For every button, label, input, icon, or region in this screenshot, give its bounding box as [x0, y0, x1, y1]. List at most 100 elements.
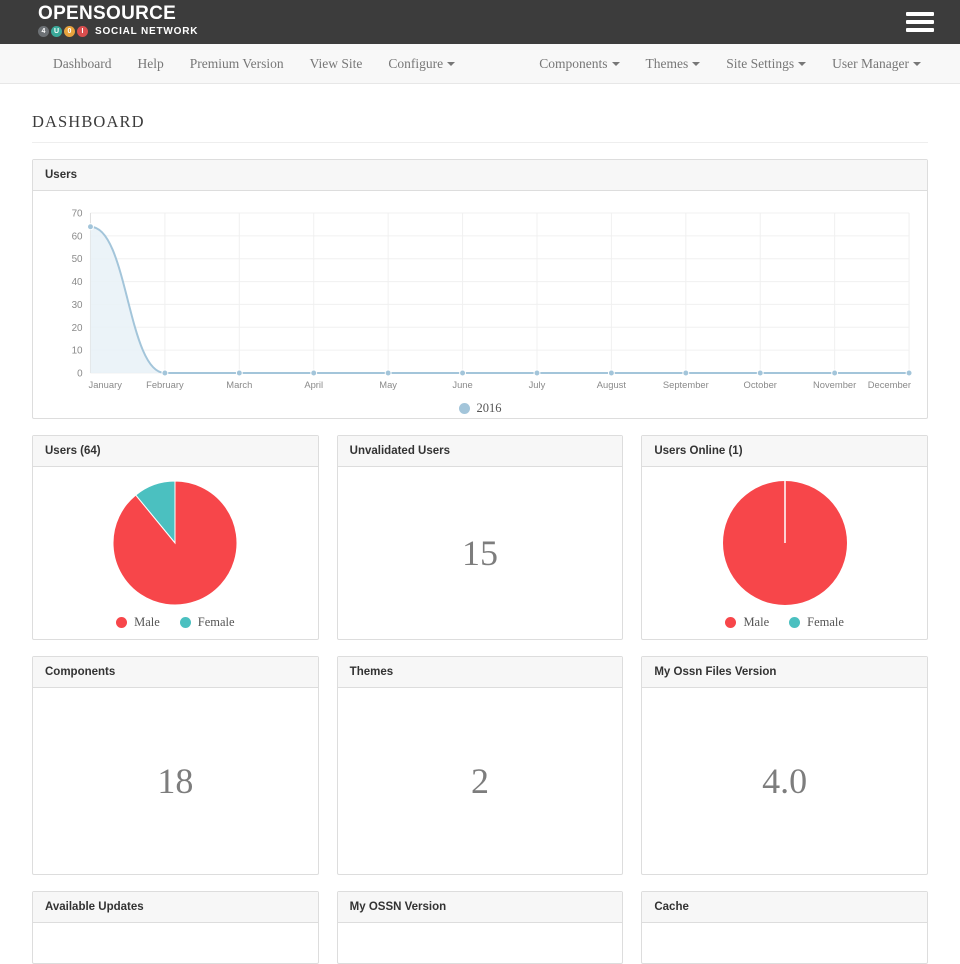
brand-tagline-row: 4 U 0 I SOCIAL NETWORK: [38, 26, 198, 37]
brand-name: OPENSOURCE: [38, 3, 177, 24]
page-header: DASHBOARD: [32, 112, 928, 143]
svg-text:July: July: [529, 380, 546, 391]
users-pie-legend: Male Female: [106, 615, 244, 630]
legend-label-male: Male: [743, 615, 770, 629]
nav-item-themes[interactable]: Themes: [633, 44, 714, 84]
panel-title-available-updates: Available Updates: [33, 892, 318, 923]
panel-title-users-chart: Users: [33, 160, 927, 191]
users-online-pie-chart: Male Female: [642, 467, 927, 639]
cache-body: [642, 923, 927, 963]
legend-item-male[interactable]: Male: [116, 615, 160, 630]
svg-text:20: 20: [72, 323, 83, 334]
components-value: 18: [157, 761, 194, 801]
nav-item-view-site[interactable]: View Site: [297, 44, 376, 84]
unvalidated-users-body: 15: [338, 467, 623, 639]
files-version-value: 4.0: [762, 761, 808, 801]
nav-label: Components: [539, 55, 608, 71]
line-chart-svg: 0 10 20 30 40 50 60 70 January February March April…: [72, 208, 913, 391]
panel-available-updates: Available Updates: [32, 891, 319, 964]
panel-components: Components 18: [32, 656, 319, 875]
panel-files-version: My Ossn Files Version 4.0: [641, 656, 929, 875]
panel-title-themes: Themes: [337, 657, 623, 688]
hamburger-bar: [906, 28, 934, 32]
nav-item-dashboard[interactable]: Dashboard: [40, 44, 124, 84]
svg-text:0: 0: [77, 368, 83, 379]
brand-badge-1: 4: [38, 26, 49, 37]
legend-label-female: Female: [197, 615, 235, 629]
legend-color-dot-male: [725, 617, 737, 628]
nav-right-group: Components Themes Site Settings User Man…: [526, 44, 934, 84]
svg-text:30: 30: [72, 300, 83, 311]
chevron-down-icon: [447, 61, 456, 66]
themes-body: 2: [338, 688, 623, 874]
panel-users-chart: Users 0 10 20 30 40 50 60 70 January February Marc…: [32, 159, 928, 419]
nav-label: View Site: [309, 55, 363, 71]
svg-text:November: November: [813, 380, 856, 391]
nav-label: Site Settings: [726, 55, 795, 71]
chevron-down-icon: [798, 61, 807, 66]
nav-label: Help: [137, 55, 164, 71]
svg-text:10: 10: [72, 346, 83, 357]
nav-item-components[interactable]: Components: [526, 44, 632, 84]
svg-text:March: March: [226, 380, 252, 391]
brand-badge-2: U: [51, 26, 62, 37]
nav-label: Premium Version: [189, 55, 284, 71]
nav-item-site-settings[interactable]: Site Settings: [713, 44, 819, 84]
nav-item-premium-version[interactable]: Premium Version: [177, 44, 297, 84]
themes-value: 2: [471, 761, 489, 801]
available-updates-body: [33, 923, 318, 963]
svg-text:40: 40: [72, 277, 83, 288]
svg-text:December: December: [868, 380, 911, 391]
svg-text:January: January: [89, 380, 123, 391]
dashboard-row-4: Available Updates My OSSN Version Cache: [32, 875, 929, 964]
components-body: 18: [33, 688, 318, 874]
panel-title-components: Components: [33, 657, 318, 688]
panel-users-pie: Users (64) Male Female: [32, 435, 319, 640]
legend-item-male[interactable]: Male: [725, 615, 769, 630]
legend-color-dot-female: [179, 617, 191, 628]
users-online-pie-svg: [722, 481, 847, 605]
legend-item-female[interactable]: Female: [179, 615, 235, 630]
panel-unvalidated-users: Unvalidated Users 15: [336, 435, 624, 640]
svg-text:70: 70: [72, 208, 83, 219]
brand-logo[interactable]: OPENSOURCE 4 U 0 I SOCIAL NETWORK: [38, 4, 198, 37]
users-pie-chart: Male Female: [33, 467, 318, 639]
nav-label: Dashboard: [53, 55, 112, 71]
hamburger-icon[interactable]: [906, 9, 934, 34]
nav-left-group: Dashboard Help Premium Version View Site…: [40, 44, 468, 84]
legend-item-female[interactable]: Female: [789, 615, 844, 630]
nav-label: Themes: [645, 55, 689, 71]
nav-item-user-manager[interactable]: User Manager: [819, 44, 934, 84]
brand-badge-3: 0: [64, 26, 75, 37]
top-header-bar: OPENSOURCE 4 U 0 I SOCIAL NETWORK: [0, 0, 960, 44]
legend-item-2016[interactable]: 2016: [458, 401, 502, 416]
legend-label: 2016: [476, 401, 502, 415]
nav-item-help[interactable]: Help: [124, 44, 176, 84]
svg-text:August: August: [597, 380, 627, 391]
main-navigation-bar: Dashboard Help Premium Version View Site…: [0, 44, 960, 84]
dashboard-content: Users 0 10 20 30 40 50 60 70 January February Marc…: [0, 159, 960, 964]
dashboard-row-2: Users (64) Male Female Unvalidated Users: [32, 419, 929, 640]
users-online-pie-legend: Male Female: [715, 615, 853, 630]
panel-users-online: Users Online (1) Male Female: [641, 435, 929, 640]
panel-title-users-pie: Users (64): [33, 436, 318, 467]
panel-title-files-version: My Ossn Files Version: [642, 657, 928, 688]
ossn-version-body: [338, 923, 623, 963]
brand-badge-4: I: [77, 26, 88, 37]
dashboard-row-3: Components 18 Themes 2 My Ossn Files Ver…: [32, 640, 929, 875]
panel-ossn-version: My OSSN Version: [336, 891, 624, 964]
chevron-down-icon: [611, 61, 620, 66]
brand-tagline: SOCIAL NETWORK: [95, 25, 199, 37]
svg-text:50: 50: [72, 254, 83, 265]
panel-title-cache: Cache: [642, 892, 928, 923]
nav-item-configure[interactable]: Configure: [375, 44, 468, 84]
panel-cache: Cache: [641, 891, 929, 964]
nav-label: User Manager: [832, 55, 909, 71]
legend-label-male: Male: [134, 615, 160, 629]
hamburger-bar: [906, 12, 934, 16]
chevron-down-icon: [913, 61, 921, 66]
svg-text:September: September: [663, 380, 709, 391]
nav-label: Configure: [388, 55, 444, 71]
legend-label-female: Female: [807, 615, 844, 629]
legend-color-dot: [458, 403, 470, 414]
